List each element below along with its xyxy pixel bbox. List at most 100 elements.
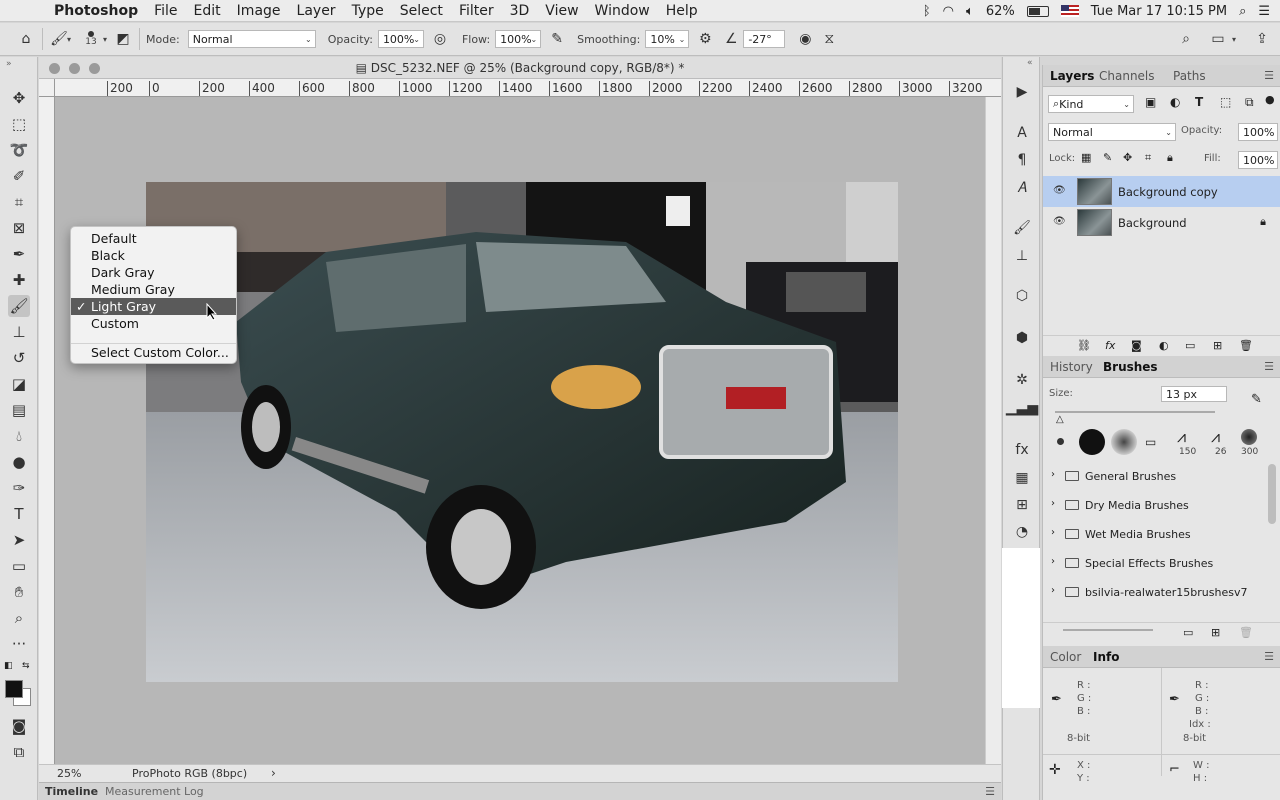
paragraph-icon[interactable]: ¶ bbox=[1011, 149, 1033, 171]
menu-image[interactable]: Image bbox=[237, 3, 281, 19]
quick-selection-tool-icon[interactable]: ✐ bbox=[8, 165, 30, 187]
smoothing-field[interactable]: 10% ⌄ bbox=[645, 30, 690, 48]
horizontal-ruler[interactable]: 200 0 200 400 600 800 1000 1200 1400 1600 1800 2000… bbox=[55, 79, 1001, 97]
lasso-tool-icon[interactable]: ➰ bbox=[8, 139, 30, 161]
marquee-tool-icon[interactable]: ⬚ bbox=[8, 113, 30, 135]
lock-all-icon[interactable]: 🔒︎ bbox=[1167, 151, 1173, 165]
screen-mode-icon[interactable]: ⧉ bbox=[8, 741, 30, 763]
brush-preset-spatter[interactable] bbox=[1241, 429, 1257, 445]
app-name-menu[interactable]: Photoshop bbox=[54, 3, 138, 19]
chevron-right-icon[interactable]: › bbox=[1051, 469, 1055, 480]
airbrush-icon[interactable]: ✎ bbox=[547, 29, 567, 49]
flow-field[interactable]: 100% ⌄ bbox=[495, 30, 542, 48]
chevron-right-icon[interactable]: › bbox=[1051, 527, 1055, 538]
input-source-flag-icon[interactable] bbox=[1060, 5, 1079, 17]
home-icon[interactable]: ⌂ bbox=[16, 29, 36, 49]
layer-row-background-copy[interactable]: 👁︎ Background copy bbox=[1043, 176, 1280, 207]
3d-panel-icon[interactable]: ⬡ bbox=[1011, 285, 1033, 307]
eyedropper-icon[interactable]: ✒ bbox=[1051, 692, 1062, 707]
brush-size-field[interactable]: 13 px bbox=[1161, 386, 1227, 402]
notification-center-icon[interactable]: ☰ bbox=[1258, 4, 1270, 19]
default-colors-icon[interactable]: ◧ bbox=[4, 661, 13, 671]
wifi-icon[interactable]: ◠ bbox=[943, 4, 954, 19]
glyphs-icon[interactable]: 𝐴 bbox=[1011, 177, 1033, 199]
brush-settings-icon[interactable]: ◩ bbox=[113, 29, 133, 49]
chevron-down-icon[interactable]: ▾ bbox=[1232, 35, 1236, 44]
panel-menu-icon[interactable]: ☰ bbox=[1264, 650, 1274, 663]
filter-toggle-icon[interactable]: ● bbox=[1265, 93, 1275, 106]
share-icon[interactable]: ⇪ bbox=[1252, 29, 1272, 49]
tab-history[interactable]: History bbox=[1050, 360, 1093, 374]
symmetry-icon[interactable]: ⧖ bbox=[819, 29, 839, 49]
filter-pixel-icon[interactable]: ▣ bbox=[1145, 95, 1156, 109]
spotlight-search-icon[interactable]: ⌕ bbox=[1239, 4, 1246, 19]
hand-tool-icon[interactable]: ✋︎ bbox=[8, 581, 30, 603]
brush-preset-hard-small[interactable] bbox=[1057, 438, 1064, 445]
eye-icon[interactable]: 👁︎ bbox=[1053, 216, 1066, 227]
brushes-scrollbar[interactable] bbox=[1268, 464, 1276, 524]
brush-tool-icon[interactable]: 🖌︎ bbox=[49, 29, 69, 49]
path-selection-tool-icon[interactable]: ➤ bbox=[8, 529, 30, 551]
history-brush-tool-icon[interactable]: ↺ bbox=[8, 347, 30, 369]
dodge-tool-icon[interactable]: ● bbox=[8, 451, 30, 473]
vertical-scrollbar[interactable] bbox=[985, 97, 1001, 764]
foreground-color-swatch[interactable] bbox=[5, 680, 23, 698]
healing-brush-tool-icon[interactable]: ✚ bbox=[8, 269, 30, 291]
eraser-tool-icon[interactable]: ◪ bbox=[8, 373, 30, 395]
collapse-panel-icon[interactable]: » bbox=[6, 59, 12, 69]
swatches-icon[interactable]: ▦ bbox=[1011, 467, 1033, 489]
chevron-right-icon[interactable]: › bbox=[1051, 498, 1055, 509]
menu-select[interactable]: Select bbox=[400, 3, 443, 19]
search-icon[interactable]: ⌕ bbox=[1176, 29, 1196, 49]
delete-brush-icon[interactable]: 🗑︎ bbox=[1239, 626, 1253, 639]
tab-layers[interactable]: Layers bbox=[1050, 69, 1094, 83]
workspace-icon[interactable]: ▭ bbox=[1208, 29, 1228, 49]
clone-source-icon[interactable]: ⊥ bbox=[1011, 245, 1033, 267]
blend-mode-select[interactable]: Normal ⌄ bbox=[1048, 123, 1176, 141]
gear-icon[interactable]: ⚙ bbox=[695, 29, 715, 49]
pen-tool-icon[interactable]: ✑ bbox=[8, 477, 30, 499]
add-mask-icon[interactable]: ◙ bbox=[1131, 339, 1142, 352]
lock-image-icon[interactable]: ✎ bbox=[1103, 151, 1112, 164]
lock-transparency-icon[interactable]: ▦ bbox=[1081, 151, 1091, 164]
brush-preset-stroke[interactable]: ▭ bbox=[1145, 435, 1156, 449]
delete-layer-icon[interactable]: 🗑︎ bbox=[1239, 339, 1253, 352]
tab-timeline[interactable]: Timeline bbox=[45, 785, 98, 798]
layer-row-background[interactable]: 👁︎ Background 🔒︎ bbox=[1043, 207, 1280, 238]
menu-item-dark-gray[interactable]: Dark Gray bbox=[71, 264, 236, 281]
gradient-tool-icon[interactable]: ▤ bbox=[8, 399, 30, 421]
menu-item-medium-gray[interactable]: Medium Gray bbox=[71, 281, 236, 298]
brush-size-slider[interactable] bbox=[1055, 411, 1215, 413]
photo-gmc-truck[interactable] bbox=[146, 182, 898, 682]
brush-folder-wet-media[interactable]: › Wet Media Brushes bbox=[1043, 520, 1262, 549]
tab-measurement-log[interactable]: Measurement Log bbox=[105, 785, 204, 798]
menu-3d[interactable]: 3D bbox=[510, 3, 530, 19]
chevron-right-icon[interactable]: › bbox=[1051, 585, 1055, 596]
tool-preset-dropdown-icon[interactable]: ▾ bbox=[67, 35, 71, 44]
ruler-origin[interactable] bbox=[39, 79, 55, 97]
new-group-icon[interactable]: ▭ bbox=[1185, 339, 1195, 352]
menu-item-default[interactable]: Default bbox=[71, 230, 236, 247]
tab-info[interactable]: Info bbox=[1093, 650, 1119, 664]
zoom-level[interactable]: 25% bbox=[57, 767, 81, 780]
brush-preset-hard-large[interactable] bbox=[1079, 429, 1105, 455]
more-tools-icon[interactable]: ··· bbox=[8, 633, 30, 655]
menu-item-black[interactable]: Black bbox=[71, 247, 236, 264]
layer-opacity-field[interactable]: 100% bbox=[1238, 123, 1278, 141]
fx-styles-icon[interactable]: fx bbox=[1011, 439, 1033, 461]
menu-file[interactable]: File bbox=[154, 3, 177, 19]
fx-icon[interactable]: fx bbox=[1105, 339, 1115, 352]
brush-preset-soft[interactable] bbox=[1111, 429, 1137, 455]
brush-preset-picker[interactable]: 13 bbox=[81, 31, 101, 47]
collapse-panel-icon[interactable]: « bbox=[1027, 58, 1033, 68]
layer-fill-field[interactable]: 100% bbox=[1238, 151, 1278, 169]
eyedropper-tool-icon[interactable]: ✒ bbox=[8, 243, 30, 265]
blur-tool-icon[interactable]: 💧︎ bbox=[8, 425, 30, 447]
character-icon[interactable]: A bbox=[1011, 122, 1033, 144]
lock-position-icon[interactable]: ✥ bbox=[1123, 151, 1132, 164]
brush-folder-special-effects[interactable]: › Special Effects Brushes bbox=[1043, 549, 1262, 578]
pressure-opacity-icon[interactable]: ◎ bbox=[430, 29, 450, 49]
menu-filter[interactable]: Filter bbox=[459, 3, 494, 19]
layer-filter-select[interactable]: ⌕ Kind ⌄ bbox=[1048, 95, 1134, 113]
brush-preview-size-slider[interactable] bbox=[1063, 629, 1153, 631]
